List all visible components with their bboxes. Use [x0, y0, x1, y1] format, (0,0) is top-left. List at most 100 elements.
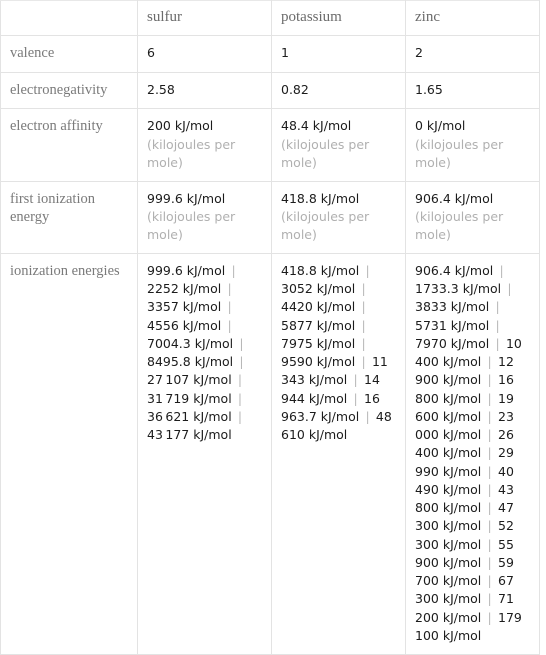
value-separator: | — [347, 372, 364, 388]
value-separator: | — [481, 390, 498, 406]
energy-value: 4556 kJ/mol — [147, 317, 222, 333]
energy-value: 4420 kJ/mol — [281, 299, 356, 315]
column-header-potassium: potassium — [271, 0, 406, 37]
cell-value: 200 kJ/mol — [147, 118, 214, 134]
row-label-first-ionization-energy: first ionization energy — [0, 180, 138, 254]
value-separator: | — [355, 354, 372, 370]
value-separator: | — [355, 335, 372, 351]
value-separator: | — [231, 390, 249, 406]
value-separator: | — [355, 281, 372, 297]
energy-value: 906.4 kJ/mol — [415, 262, 494, 278]
energy-value: 5731 kJ/mol — [415, 317, 490, 333]
value-separator: | — [481, 500, 498, 516]
value-separator: | — [481, 408, 498, 424]
table-header-row: sulfur potassium zinc — [0, 0, 540, 37]
value-separator: | — [347, 390, 364, 406]
cell-ionization-energies-zinc: 906.4 kJ/mol | 1733.3 kJ/mol | 3833 kJ/m… — [405, 252, 540, 655]
value-separator: | — [489, 317, 506, 333]
value-separator: | — [481, 609, 498, 625]
cell-valence-potassium: 1 — [271, 35, 406, 73]
cell-first-ionization-energy-zinc: 906.4 kJ/mol (kilojoules per mole) — [405, 180, 540, 254]
value-separator: | — [221, 317, 238, 333]
cell-value: 1.65 — [415, 81, 443, 97]
value-separator: | — [355, 317, 372, 333]
cell-first-ionization-energy-sulfur: 999.6 kJ/mol (kilojoules per mole) — [137, 180, 272, 254]
cell-first-ionization-energy-potassium: 418.8 kJ/mol (kilojoules per mole) — [271, 180, 406, 254]
cell-value: 0.82 — [281, 81, 309, 97]
column-header-sulfur: sulfur — [137, 0, 272, 37]
energy-value: 27 107 kJ/mol — [147, 372, 232, 388]
row-label-ionization-energies: ionization energies — [0, 252, 138, 655]
energy-value: 1733.3 kJ/mol — [415, 281, 502, 297]
table-corner-cell — [0, 0, 138, 37]
cell-electronegativity-sulfur: 2.58 — [137, 71, 272, 110]
cell-electronegativity-potassium: 0.82 — [271, 71, 406, 110]
cell-valence-zinc: 2 — [405, 35, 540, 73]
value-separator: | — [233, 335, 250, 351]
cell-value: 418.8 kJ/mol — [281, 190, 360, 206]
value-separator: | — [355, 299, 372, 315]
cell-unit-note: (kilojoules per mole) — [147, 209, 236, 243]
energy-value: 2252 kJ/mol — [147, 281, 222, 297]
value-separator: | — [481, 591, 498, 607]
value-separator: | — [481, 372, 498, 388]
cell-unit-note: (kilojoules per mole) — [281, 137, 370, 170]
value-separator: | — [481, 481, 498, 497]
cell-electron-affinity-zinc: 0 kJ/mol (kilojoules per mole) — [405, 108, 540, 182]
value-separator: | — [481, 463, 498, 479]
cell-electron-affinity-sulfur: 200 kJ/mol (kilojoules per mole) — [137, 108, 272, 182]
cell-ionization-energies-potassium: 418.8 kJ/mol | 3052 kJ/mol | 4420 kJ/mol… — [271, 252, 406, 655]
energy-value: 43 177 kJ/mol — [147, 427, 232, 443]
energy-value: 31 719 kJ/mol — [147, 390, 232, 406]
table-row: ionization energies 999.6 kJ/mol | 2252 … — [0, 252, 540, 655]
table-row: first ionization energy 999.6 kJ/mol (ki… — [0, 180, 540, 254]
cell-unit-note: (kilojoules per mole) — [415, 209, 504, 243]
value-separator: | — [221, 299, 238, 315]
cell-value: 2 — [415, 45, 423, 61]
value-separator: | — [481, 354, 498, 370]
cell-value: 6 — [147, 45, 155, 61]
energy-value: 3052 kJ/mol — [281, 281, 356, 297]
value-separator: | — [231, 372, 249, 388]
energy-value: 36 621 kJ/mol — [147, 408, 232, 424]
cell-value: 2.58 — [147, 81, 175, 97]
cell-value: 48.4 kJ/mol — [281, 118, 352, 134]
value-separator: | — [231, 408, 249, 424]
table-row: electronegativity 2.58 0.82 1.65 — [0, 71, 540, 110]
energy-value: 7975 kJ/mol — [281, 335, 356, 351]
energy-value: 5877 kJ/mol — [281, 317, 356, 333]
table-row: electron affinity 200 kJ/mol (kilojoules… — [0, 108, 540, 182]
energy-value: 7004.3 kJ/mol — [147, 335, 234, 351]
cell-value: 1 — [281, 45, 289, 61]
cell-electronegativity-zinc: 1.65 — [405, 71, 540, 110]
cell-value: 906.4 kJ/mol — [415, 190, 494, 206]
energy-value: 418.8 kJ/mol — [281, 262, 360, 278]
row-label-electron-affinity: electron affinity — [0, 108, 138, 182]
value-separator: | — [493, 262, 510, 278]
value-separator: | — [481, 554, 498, 570]
energy-value: 3833 kJ/mol — [415, 299, 490, 315]
value-separator: | — [221, 281, 238, 297]
cell-value: 0 kJ/mol — [415, 118, 466, 134]
energy-value: 3357 kJ/mol — [147, 299, 222, 315]
cell-electron-affinity-potassium: 48.4 kJ/mol (kilojoules per mole) — [271, 108, 406, 182]
value-separator: | — [481, 573, 498, 589]
cell-unit-note: (kilojoules per mole) — [281, 209, 370, 243]
cell-unit-note: (kilojoules per mole) — [415, 137, 504, 170]
energy-value: 8495.8 kJ/mol — [147, 354, 234, 370]
value-separator: | — [233, 354, 250, 370]
value-separator: | — [489, 335, 506, 351]
table-body: valence 6 1 2 electronegativity 2.58 0.8… — [0, 35, 540, 655]
cell-ionization-energies-sulfur: 999.6 kJ/mol | 2252 kJ/mol | 3357 kJ/mol… — [137, 252, 272, 655]
column-header-zinc: zinc — [405, 0, 540, 37]
value-separator: | — [501, 281, 518, 297]
value-separator: | — [481, 536, 498, 552]
value-separator: | — [359, 408, 376, 424]
value-separator: | — [481, 518, 498, 534]
table-row: valence 6 1 2 — [0, 35, 540, 73]
cell-valence-sulfur: 6 — [137, 35, 272, 73]
element-comparison-table: sulfur potassium zinc valence 6 1 2 elec… — [0, 0, 540, 655]
energy-value: 9590 kJ/mol — [281, 354, 356, 370]
cell-value: 999.6 kJ/mol — [147, 190, 226, 206]
value-separator: | — [225, 262, 242, 278]
